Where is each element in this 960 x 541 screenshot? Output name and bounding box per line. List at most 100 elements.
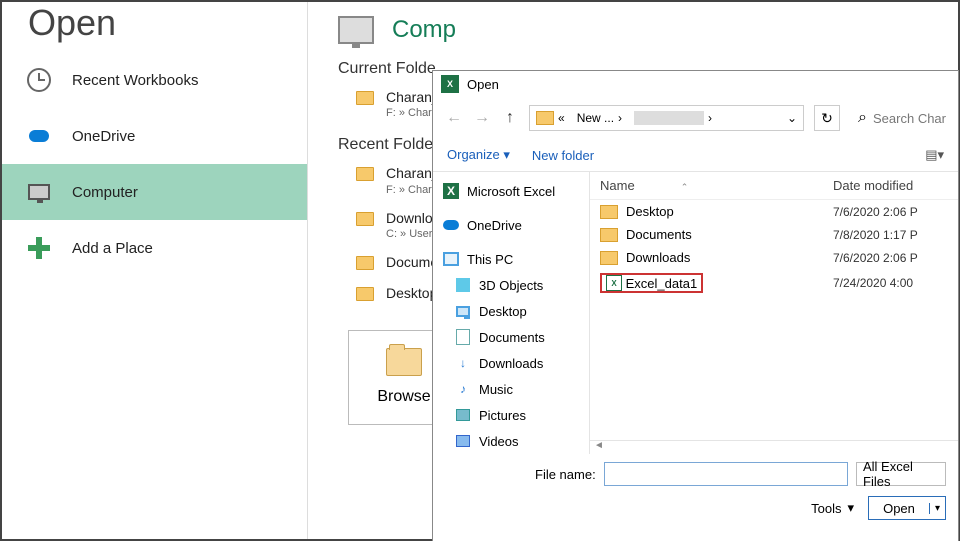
- computer-icon: [26, 179, 52, 205]
- folder-icon: [600, 251, 618, 265]
- tree-item-music[interactable]: ♪ Music: [433, 376, 589, 402]
- folder-icon: [536, 111, 554, 125]
- tree-label: Documents: [479, 330, 545, 345]
- tree-item-downloads[interactable]: ↓Downloads: [433, 350, 589, 376]
- folder-name: Docume: [386, 253, 438, 271]
- list-item[interactable]: Documents7/8/2020 1:17 P: [590, 223, 958, 246]
- panel-heading: Comp: [392, 16, 456, 44]
- dialog-titlebar: X Open: [433, 71, 958, 97]
- folder-open-icon: [386, 348, 422, 376]
- folder-icon: [356, 91, 374, 105]
- file-filter-dropdown[interactable]: All Excel Files: [856, 462, 946, 486]
- nav-label: OneDrive: [72, 128, 135, 145]
- dialog-title: Open: [467, 77, 499, 92]
- tree-item-documents[interactable]: Documents: [433, 324, 589, 350]
- folder-icon: [356, 212, 374, 226]
- nav-onedrive[interactable]: OneDrive: [2, 108, 307, 164]
- refresh-button[interactable]: ↻: [814, 105, 840, 131]
- tree-item-3d[interactable]: 3D Objects: [433, 272, 589, 298]
- item-name: Excel_data1: [626, 276, 698, 291]
- music-icon: ♪: [455, 381, 471, 397]
- document-icon: [455, 329, 471, 345]
- cloud-icon: [443, 217, 459, 233]
- search-input[interactable]: ⌕ Search Char: [850, 109, 946, 127]
- file-list: Name⌃ Date modified Desktop7/6/2020 2:06…: [590, 172, 958, 454]
- item-name: Desktop: [626, 204, 833, 219]
- item-date: 7/24/2020 4:00: [833, 276, 948, 290]
- crumb-seg: New ...: [577, 111, 614, 125]
- list-item-highlighted[interactable]: X Excel_data1 7/24/2020 4:00: [590, 269, 958, 297]
- forward-icon[interactable]: →: [473, 109, 491, 127]
- video-icon: [455, 433, 471, 449]
- download-icon: ↓: [455, 355, 471, 371]
- crumb-prefix: «: [558, 111, 565, 125]
- folder-icon: [356, 167, 374, 181]
- list-item[interactable]: Downloads7/6/2020 2:06 P: [590, 246, 958, 269]
- chevron-right-icon: ›: [708, 111, 712, 125]
- tree-item-thispc[interactable]: This PC: [433, 246, 589, 272]
- back-icon[interactable]: ←: [445, 109, 463, 127]
- horizontal-scrollbar[interactable]: [590, 440, 958, 454]
- file-name-label: File name:: [535, 467, 596, 482]
- tree-item-videos[interactable]: Videos: [433, 428, 589, 454]
- search-placeholder: Search Char: [873, 111, 946, 126]
- open-button[interactable]: Open▾: [868, 496, 946, 520]
- item-date: 7/6/2020 2:06 P: [833, 251, 948, 265]
- tree-label: Music: [479, 382, 513, 397]
- excel-icon: X: [443, 183, 459, 199]
- file-name-input[interactable]: [604, 462, 848, 486]
- nav-label: Computer: [72, 184, 138, 201]
- chevron-down-icon[interactable]: ⌄: [787, 111, 797, 125]
- page-title: Open: [2, 2, 307, 52]
- nav-tree: X Microsoft Excel OneDrive This PC 3D Obj…: [433, 172, 590, 454]
- item-date: 7/6/2020 2:06 P: [833, 205, 948, 219]
- chevron-right-icon: ›: [618, 111, 622, 125]
- nav-add-place[interactable]: Add a Place: [2, 220, 307, 276]
- nav-computer[interactable]: Computer: [2, 164, 307, 220]
- excel-icon: X: [441, 75, 459, 93]
- column-name[interactable]: Name⌃: [600, 178, 833, 193]
- tree-label: Desktop: [479, 304, 527, 319]
- folder-icon: [600, 205, 618, 219]
- tree-label: Microsoft Excel: [467, 184, 555, 199]
- browse-label: Browse: [377, 388, 430, 406]
- view-options-icon[interactable]: ▤▾: [925, 147, 944, 163]
- tree-item-pictures[interactable]: Pictures: [433, 402, 589, 428]
- computer-icon: [338, 16, 374, 44]
- clock-icon: [26, 67, 52, 93]
- new-folder-button[interactable]: New folder: [532, 148, 594, 163]
- sort-indicator-icon: ⌃: [681, 182, 689, 192]
- pc-icon: [443, 251, 459, 267]
- breadcrumb[interactable]: « New ... › › ⌄: [529, 105, 804, 131]
- file-open-dialog: X Open ← → ↑ « New ... › › ⌄ ↻ ⌕ Search C…: [432, 70, 959, 541]
- column-date[interactable]: Date modified: [833, 178, 948, 193]
- tree-item-excel[interactable]: X Microsoft Excel: [433, 178, 589, 204]
- excel-file-icon: X: [606, 275, 622, 291]
- item-date: 7/8/2020 1:17 P: [833, 228, 948, 242]
- tree-item-onedrive[interactable]: OneDrive: [433, 212, 589, 238]
- folder-icon: [600, 228, 618, 242]
- tree-label: 3D Objects: [479, 278, 543, 293]
- item-name: Downloads: [626, 250, 833, 265]
- item-name: Documents: [626, 227, 833, 242]
- folder-icon: [356, 256, 374, 270]
- cube-icon: [455, 277, 471, 293]
- nav-label: Recent Workbooks: [72, 72, 198, 89]
- tree-item-desktop[interactable]: Desktop: [433, 298, 589, 324]
- crumb-obscured: [634, 111, 704, 125]
- folder-icon: [356, 287, 374, 301]
- tools-menu[interactable]: Tools▾: [811, 500, 854, 516]
- nav-recent-workbooks[interactable]: Recent Workbooks: [2, 52, 307, 108]
- monitor-icon: [455, 303, 471, 319]
- filter-label: All Excel Files: [863, 459, 939, 489]
- tree-label: This PC: [467, 252, 513, 267]
- cloud-icon: [26, 123, 52, 149]
- up-icon[interactable]: ↑: [501, 109, 519, 127]
- picture-icon: [455, 407, 471, 423]
- chevron-down-icon: ▾: [847, 500, 854, 516]
- open-dropdown-icon[interactable]: ▾: [929, 503, 945, 514]
- organize-menu[interactable]: Organize ▾: [447, 147, 510, 163]
- plus-icon: [26, 235, 52, 261]
- folder-name: Desktop: [386, 284, 437, 302]
- list-item[interactable]: Desktop7/6/2020 2:06 P: [590, 200, 958, 223]
